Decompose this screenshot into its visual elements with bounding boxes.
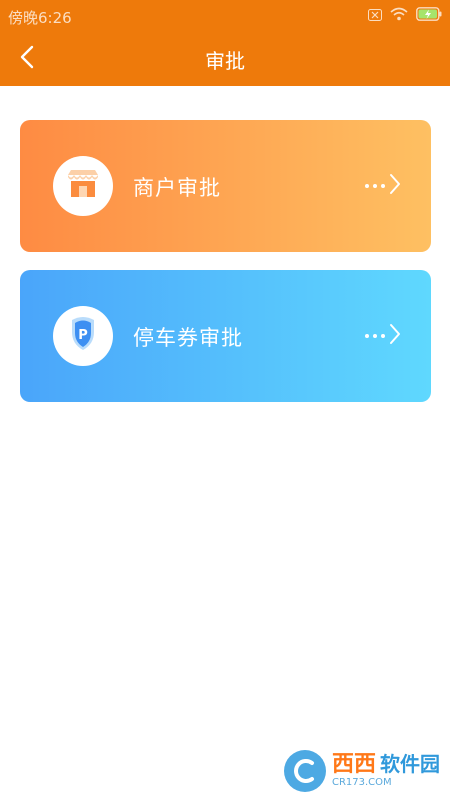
battery-charging-icon [416, 7, 442, 25]
watermark-logo-icon [283, 750, 326, 792]
parking-coupon-approval-more[interactable] [365, 323, 401, 349]
watermark-url: CR173.COM [331, 777, 392, 788]
parking-coupon-approval-card[interactable]: P 停车券审批 [20, 270, 431, 402]
store-icon [66, 169, 100, 203]
parking-shield-icon: P [66, 316, 100, 356]
watermark-brand: 西西 [331, 752, 376, 777]
more-dots-icon [365, 334, 385, 338]
wifi-icon [390, 7, 408, 25]
merchant-approval-label: 商户审批 [133, 176, 221, 200]
page-title: 审批 [205, 49, 245, 73]
parking-badge: P [53, 306, 113, 366]
merchant-badge [53, 156, 113, 216]
merchant-approval-more[interactable] [365, 173, 401, 199]
status-time: 傍晚6:26 [8, 9, 72, 27]
merchant-approval-card[interactable]: 商户审批 [20, 120, 431, 252]
watermark-text: 西西 软件园 CR173.COM [332, 754, 440, 788]
parking-letter: P [78, 328, 88, 343]
parking-coupon-approval-label: 停车券审批 [133, 326, 243, 350]
chevron-right-icon [389, 323, 401, 349]
status-icons [368, 7, 442, 25]
site-watermark: 西西 软件园 CR173.COM [283, 750, 440, 792]
status-bar: 傍晚6:26 [0, 0, 450, 32]
more-dots-icon [365, 184, 385, 188]
top-navbar: 审批 [0, 32, 450, 86]
watermark-subtitle: 软件园 [380, 752, 440, 776]
chevron-right-icon [389, 173, 401, 199]
sim-off-icon [368, 7, 382, 25]
